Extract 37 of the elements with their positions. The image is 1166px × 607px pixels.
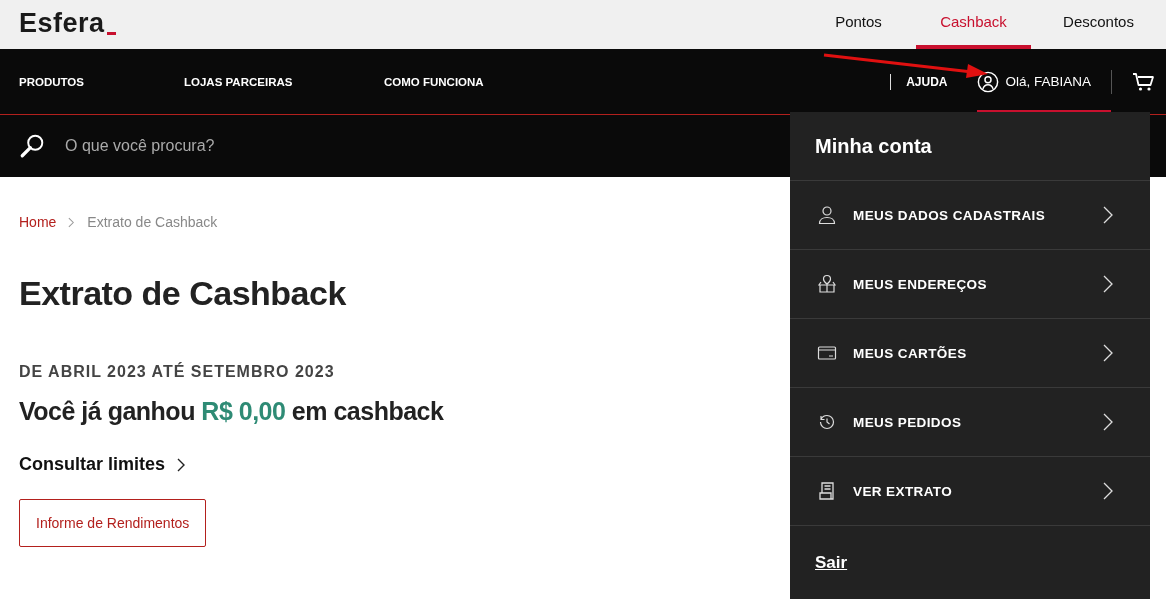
- nav-tab[interactable]: Descontos: [1031, 0, 1166, 49]
- period-label: DE ABRIL 2023 ATÉ SETEMBRO 2023: [19, 363, 335, 381]
- chevron-right-icon: [1103, 206, 1113, 224]
- page-title: Extrato de Cashback: [19, 274, 346, 313]
- chevron-right-icon: [1103, 275, 1113, 293]
- nav-tab[interactable]: Pontos: [801, 0, 916, 49]
- search-icon: [19, 133, 45, 159]
- chevron-right-icon: [1103, 482, 1113, 500]
- logout-link[interactable]: Sair: [815, 552, 848, 573]
- report-button[interactable]: Informe de Rendimentos: [19, 499, 207, 547]
- menu-item[interactable]: VER EXTRATO: [790, 457, 1150, 526]
- breadcrumb-link[interactable]: Home: [19, 214, 57, 230]
- history-icon: [817, 412, 837, 432]
- chevron-right-icon: [1103, 344, 1113, 362]
- pin-house-icon: [817, 274, 837, 294]
- chevron-right-icon: [1103, 413, 1113, 431]
- person-icon: [817, 205, 837, 225]
- cart-icon[interactable]: [1132, 71, 1156, 92]
- menu-item[interactable]: MEUS PEDIDOS: [790, 388, 1150, 457]
- menu-item[interactable]: MEUS DADOS CADASTRAIS: [790, 181, 1150, 250]
- help-link[interactable]: AJUDA: [906, 74, 948, 89]
- nav-link[interactable]: PRODUTOS: [19, 75, 184, 88]
- brand-logo[interactable]: Esfera: [0, 0, 116, 49]
- user-icon: [977, 70, 1000, 93]
- nav-link[interactable]: COMO FUNCIONA: [384, 75, 484, 88]
- menu-item[interactable]: MEUS CARTÕES: [790, 319, 1150, 388]
- menu-title: Minha conta: [790, 112, 1150, 181]
- nav-link[interactable]: LOJAS PARCEIRAS: [184, 75, 384, 88]
- card-icon: [817, 343, 837, 363]
- chevron-right-icon: [68, 216, 76, 228]
- chevron-right-icon: [177, 457, 186, 472]
- limits-link[interactable]: Consultar limites: [19, 454, 186, 475]
- earned-summary: Você já ganhou R$ 0,00 em cashback: [19, 397, 444, 426]
- search-field[interactable]: O que você procura?: [63, 136, 467, 156]
- menu-item[interactable]: MEUS ENDEREÇOS: [790, 250, 1150, 319]
- breadcrumb-current: Extrato de Cashback: [87, 214, 218, 230]
- receipt-icon: [817, 481, 837, 501]
